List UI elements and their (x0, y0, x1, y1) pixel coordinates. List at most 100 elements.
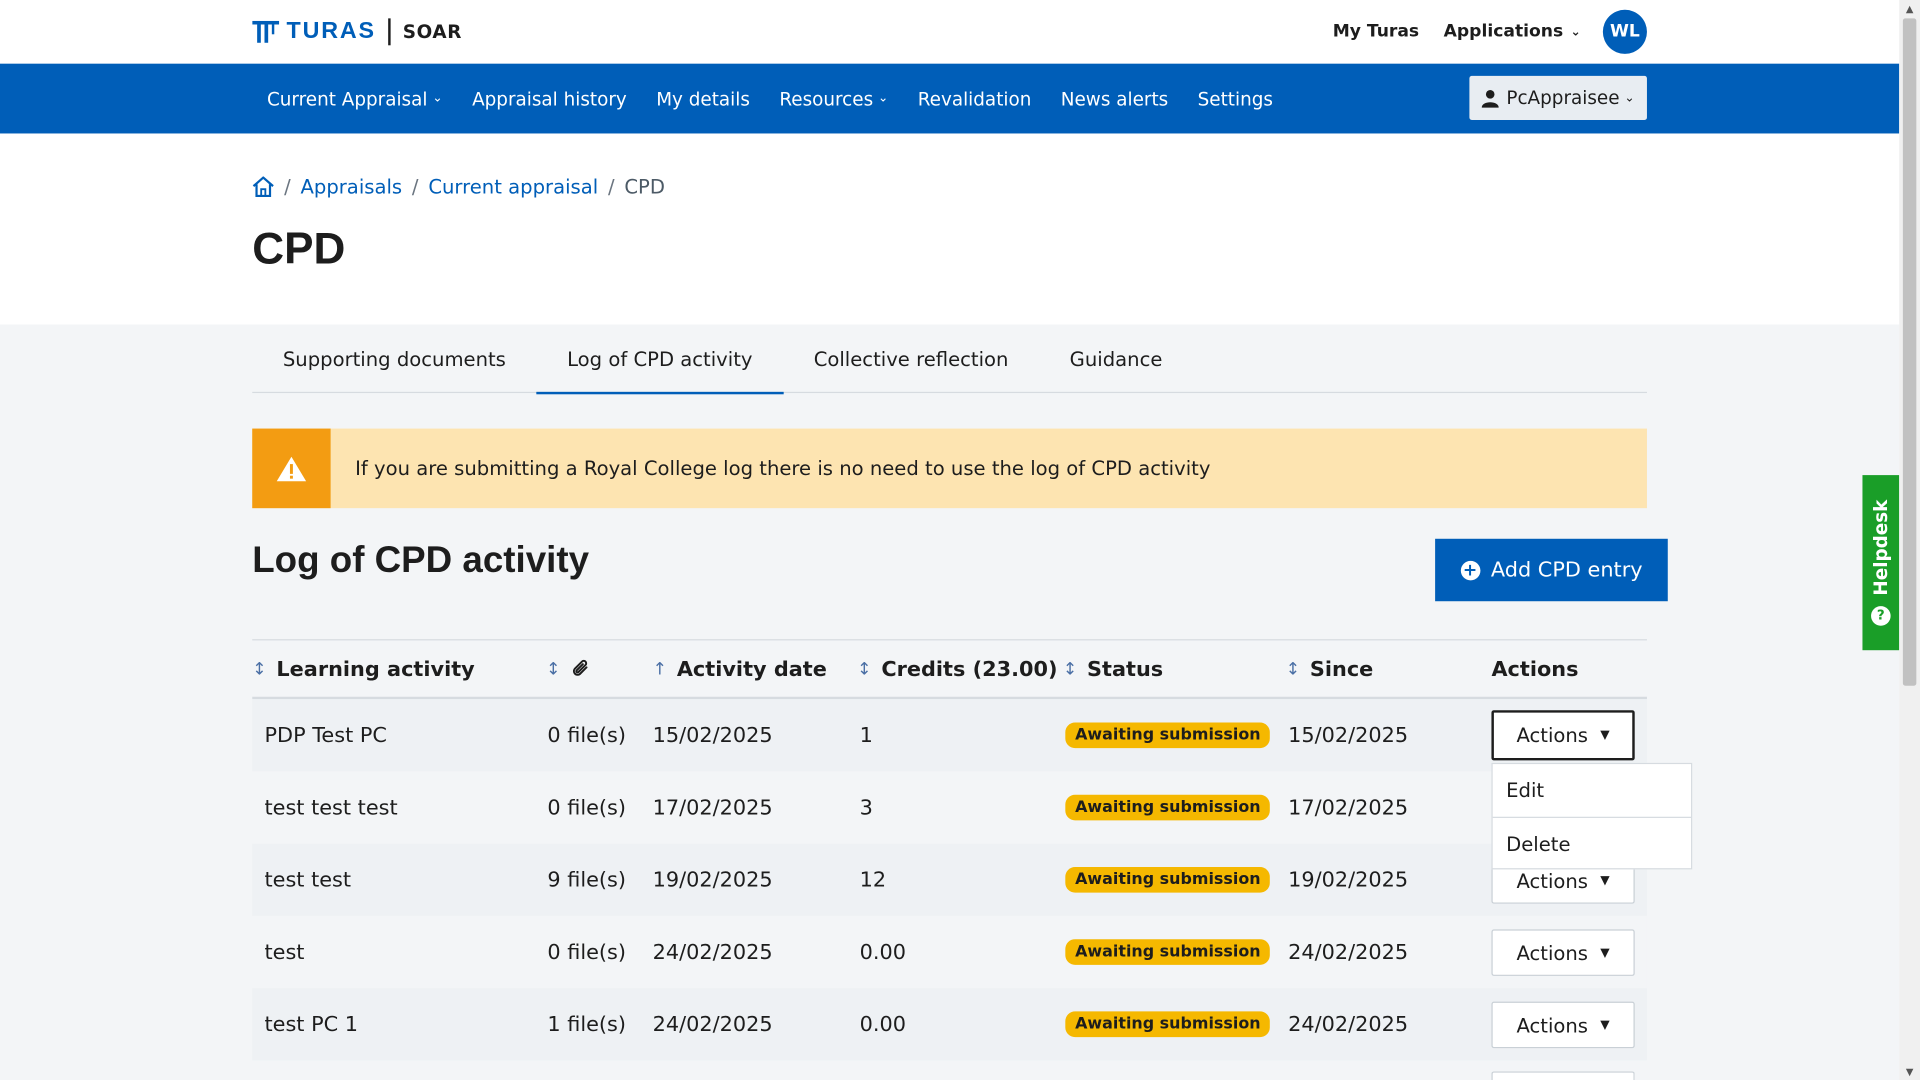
breadcrumb-appraisals[interactable]: Appraisals (300, 174, 402, 197)
cell-date: 17/02/2025 (652, 795, 773, 820)
avatar[interactable]: WL (1602, 9, 1647, 54)
actions-label: Actions (1516, 1013, 1589, 1037)
plus-circle-icon: + (1460, 560, 1480, 580)
actions-label: Actions (1516, 941, 1589, 965)
cell-activity[interactable]: test (264, 916, 304, 988)
tab-bar: Supporting documents Log of CPD activity… (252, 324, 1647, 395)
brand-logo[interactable]: TURAS SOAR (252, 17, 462, 46)
status-badge: Awaiting submission (1065, 939, 1271, 965)
actions-button[interactable]: Actions ▼ (1491, 929, 1635, 976)
header-label: Credits (23.00) (881, 656, 1058, 682)
cell-status: Awaiting submission (1065, 699, 1271, 771)
actions-label: Actions (1516, 868, 1589, 893)
scrollbar-thumb[interactable] (1902, 18, 1917, 686)
actions-button[interactable]: Actions ▼ (1491, 1001, 1635, 1049)
actions-button[interactable]: Actions ▼ (1491, 710, 1635, 761)
breadcrumb-current: CPD (624, 174, 665, 198)
cell-files: 9 file(s) (547, 867, 627, 893)
applications-menu[interactable]: Applications ⌄ (1444, 22, 1581, 42)
nav-item-current-appraisal[interactable]: Current Appraisal ⌄ (252, 64, 457, 134)
header-label: Status (1087, 656, 1164, 682)
breadcrumb-current-appraisal[interactable]: Current appraisal (428, 174, 598, 197)
breadcrumb: / Appraisals / Current appraisal / CPD (252, 171, 665, 200)
caret-down-icon: ▼ (1600, 873, 1610, 888)
actions-button[interactable] (1491, 1071, 1635, 1080)
cell-credits: 12 (859, 867, 887, 893)
header-since[interactable]: ↕ Since (1286, 640, 1374, 698)
status-badge: Awaiting submission (1065, 794, 1271, 821)
nav-item-resources[interactable]: Resources ⌄ (765, 64, 903, 134)
nav-item-appraisal-history[interactable]: Appraisal history (457, 64, 641, 134)
paperclip-icon (572, 659, 588, 676)
table-row: test PC 1 1 file(s) 24/02/2025 0.00 Awai… (252, 988, 1647, 1061)
sort-icon: ↕ (546, 659, 561, 679)
nav-item-settings[interactable]: Settings (1183, 64, 1288, 134)
cell-status: Awaiting submission (1065, 916, 1271, 988)
cell-activity[interactable]: test test test (264, 771, 397, 843)
chevron-down-icon: ⌄ (1570, 25, 1581, 39)
cell-since: 15/02/2025 (1288, 723, 1409, 748)
tab-guidance[interactable]: Guidance (1039, 324, 1193, 393)
status-badge: Awaiting submission (1065, 722, 1271, 749)
caret-down-icon: ▼ (1600, 728, 1610, 743)
cell-activity[interactable]: PDP Test PC (264, 699, 386, 771)
add-cpd-entry-button[interactable]: + Add CPD entry (1435, 538, 1668, 602)
breadcrumb-separator: / (284, 174, 291, 198)
warning-icon (276, 456, 307, 481)
tab-log-of-cpd-activity[interactable]: Log of CPD activity (536, 324, 784, 395)
scroll-down-arrow-icon[interactable]: ▼ (1899, 1063, 1920, 1080)
sort-icon: ↕ (857, 659, 872, 679)
cell-credits: 0.00 (859, 939, 906, 965)
breadcrumb-separator: / (411, 174, 419, 198)
header-label: Since (1309, 656, 1374, 682)
header-status[interactable]: ↕ Status (1063, 640, 1163, 698)
nav-label: Resources (779, 87, 874, 110)
cell-status: Awaiting submission (1065, 844, 1271, 916)
table-row: PDP Test PC 0 file(s) 15/02/2025 1 Await… (252, 699, 1647, 772)
table-row: test test 9 file(s) 19/02/2025 12 Awaiti… (252, 843, 1647, 916)
breadcrumb-separator: / (607, 174, 615, 198)
tab-supporting-documents[interactable]: Supporting documents (252, 324, 536, 393)
cell-credits: 1 (859, 723, 873, 748)
my-turas-link[interactable]: My Turas (1333, 22, 1419, 42)
table-header: ↕ Learning activity ↕ ↑ Activity date ↕ … (252, 639, 1647, 700)
header-activity-date[interactable]: ↑ Activity date (653, 640, 827, 698)
cell-files: 1 file(s) (547, 1012, 627, 1037)
status-badge: Awaiting submission (1065, 866, 1271, 893)
helpdesk-label: Helpdesk (1869, 499, 1892, 596)
cell-activity[interactable]: test test (264, 844, 351, 916)
applications-label: Applications (1443, 22, 1564, 42)
header-credits[interactable]: ↕ Credits (23.00) (857, 640, 1057, 698)
cell-status: Awaiting submission (1065, 988, 1271, 1060)
nav-item-my-details[interactable]: My details (642, 64, 765, 134)
cell-files: 0 file(s) (547, 939, 627, 965)
scrollbar[interactable]: ▲ ▼ (1899, 0, 1920, 1080)
menu-item-delete[interactable]: Delete (1492, 816, 1692, 870)
menu-item-edit[interactable]: Edit (1493, 764, 1691, 817)
cell-date: 24/02/2025 (652, 1012, 773, 1037)
tab-collective-reflection[interactable]: Collective reflection (783, 324, 1039, 393)
status-badge: Awaiting submission (1065, 1011, 1271, 1038)
nav-item-news-alerts[interactable]: News alerts (1046, 64, 1183, 134)
brand-name: TURAS (286, 18, 376, 45)
cell-since: 24/02/2025 (1288, 939, 1409, 965)
product-name: SOAR (402, 20, 462, 43)
helpdesk-tab[interactable]: Helpdesk ? (1862, 475, 1900, 651)
cell-status: Awaiting submission (1065, 771, 1271, 843)
sort-icon: ↕ (1062, 659, 1078, 679)
cell-since: 24/02/2025 (1288, 1012, 1409, 1037)
home-icon[interactable] (252, 175, 274, 197)
warning-message: If you are submitting a Royal College lo… (355, 456, 1211, 481)
header-attachments[interactable]: ↕ (546, 640, 590, 698)
actions-label: Actions (1516, 723, 1589, 747)
nav-item-revalidation[interactable]: Revalidation (903, 64, 1046, 134)
main-nav: Current Appraisal ⌄ Appraisal history My… (0, 63, 1900, 134)
scroll-up-arrow-icon[interactable]: ▲ (1899, 0, 1920, 17)
caret-down-icon: ▼ (1600, 945, 1610, 960)
user-menu-button[interactable]: PcAppraisee ⌄ (1469, 75, 1647, 121)
cell-date: 15/02/2025 (652, 723, 773, 748)
cell-date: 24/02/2025 (652, 939, 773, 965)
user-name: PcAppraisee (1506, 86, 1620, 109)
header-learning-activity[interactable]: ↕ Learning activity (252, 640, 474, 698)
cell-activity[interactable]: test PC 1 (264, 988, 358, 1060)
